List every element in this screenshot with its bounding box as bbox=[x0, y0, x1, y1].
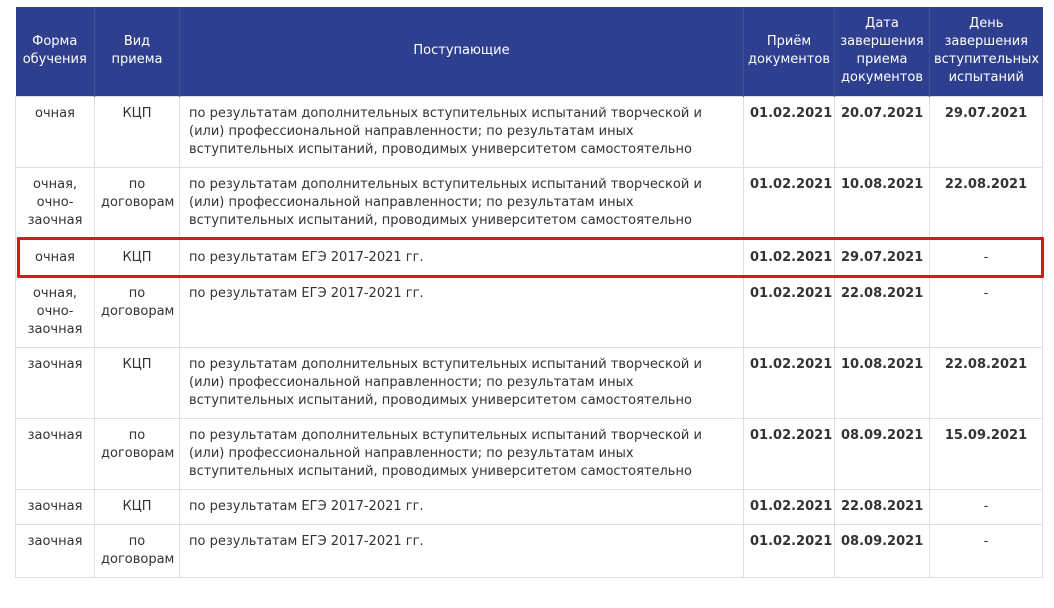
table-row: очная КЦП по результатам дополнительных … bbox=[15, 96, 1043, 168]
cell-docs-start: 01.02.2021 bbox=[743, 489, 835, 525]
table-row: заочная по договорам по результатам допо… bbox=[15, 418, 1043, 490]
cell-exam-end: 22.08.2021 bbox=[929, 167, 1043, 239]
cell-docs-end: 08.09.2021 bbox=[834, 418, 930, 490]
cell-applicants: по результатам ЕГЭ 2017-2021 гг. bbox=[179, 238, 744, 277]
cell-exam-end: - bbox=[929, 276, 1043, 348]
cell-docs-start: 01.02.2021 bbox=[743, 167, 835, 239]
table-row: очная, очно-заочная по договорам по резу… bbox=[15, 276, 1043, 348]
cell-docs-start: 01.02.2021 bbox=[743, 276, 835, 348]
cell-applicants: по результатам дополнительных вступитель… bbox=[179, 418, 744, 490]
cell-type: КЦП bbox=[94, 489, 180, 525]
header-applicants: Поступающие bbox=[179, 7, 744, 97]
table-row: заочная КЦП по результатам ЕГЭ 2017-2021… bbox=[15, 489, 1043, 525]
cell-exam-end: - bbox=[929, 489, 1043, 525]
cell-form: заочная bbox=[15, 418, 95, 490]
cell-type: КЦП bbox=[94, 347, 180, 419]
header-form: Форма обучения bbox=[15, 7, 95, 97]
cell-applicants: по результатам дополнительных вступитель… bbox=[179, 96, 744, 168]
cell-form: заочная bbox=[15, 524, 95, 578]
cell-docs-end: 08.09.2021 bbox=[834, 524, 930, 578]
cell-form: очная bbox=[15, 238, 95, 277]
cell-type: по договорам bbox=[94, 418, 180, 490]
cell-form: заочная bbox=[15, 347, 95, 419]
cell-docs-end: 10.08.2021 bbox=[834, 167, 930, 239]
header-docs-end: Дата завершения приема документов bbox=[834, 7, 930, 97]
cell-docs-end: 22.08.2021 bbox=[834, 489, 930, 525]
header-exam-end: День завершения вступительных испытаний bbox=[929, 7, 1043, 97]
cell-docs-end: 10.08.2021 bbox=[834, 347, 930, 419]
cell-docs-end: 20.07.2021 bbox=[834, 96, 930, 168]
cell-form: очная, очно-заочная bbox=[15, 167, 95, 239]
table-row: заочная по договорам по результатам ЕГЭ … bbox=[15, 524, 1043, 578]
cell-type: по договорам bbox=[94, 167, 180, 239]
cell-docs-start: 01.02.2021 bbox=[743, 238, 835, 277]
admission-schedule-page: Форма обучения Вид приема Поступающие Пр… bbox=[0, 0, 1054, 608]
cell-type: КЦП bbox=[94, 238, 180, 277]
header-type: Вид приема bbox=[94, 7, 180, 97]
cell-docs-end: 29.07.2021 bbox=[834, 238, 930, 277]
cell-type: по договорам bbox=[94, 276, 180, 348]
cell-exam-end: 22.08.2021 bbox=[929, 347, 1043, 419]
cell-applicants: по результатам ЕГЭ 2017-2021 гг. bbox=[179, 489, 744, 525]
table-header-row: Форма обучения Вид приема Поступающие Пр… bbox=[15, 7, 1043, 97]
cell-form: очная, очно-заочная bbox=[15, 276, 95, 348]
cell-exam-end: - bbox=[929, 524, 1043, 578]
cell-type: КЦП bbox=[94, 96, 180, 168]
header-docs-start: Приём документов bbox=[743, 7, 835, 97]
cell-docs-start: 01.02.2021 bbox=[743, 524, 835, 578]
cell-docs-start: 01.02.2021 bbox=[743, 347, 835, 419]
cell-exam-end: 29.07.2021 bbox=[929, 96, 1043, 168]
cell-form: очная bbox=[15, 96, 95, 168]
cell-docs-start: 01.02.2021 bbox=[743, 418, 835, 490]
cell-applicants: по результатам дополнительных вступитель… bbox=[179, 347, 744, 419]
cell-form: заочная bbox=[15, 489, 95, 525]
table-row: заочная КЦП по результатам дополнительны… bbox=[15, 347, 1043, 419]
admission-schedule-table: Форма обучения Вид приема Поступающие Пр… bbox=[15, 7, 1043, 578]
cell-docs-end: 22.08.2021 bbox=[834, 276, 930, 348]
cell-exam-end: 15.09.2021 bbox=[929, 418, 1043, 490]
cell-type: по договорам bbox=[94, 524, 180, 578]
cell-applicants: по результатам ЕГЭ 2017-2021 гг. bbox=[179, 276, 744, 348]
table-row-highlighted: очная КЦП по результатам ЕГЭ 2017-2021 г… bbox=[15, 238, 1043, 277]
table-row: очная, очно-заочная по договорам по резу… bbox=[15, 167, 1043, 239]
cell-applicants: по результатам ЕГЭ 2017-2021 гг. bbox=[179, 524, 744, 578]
cell-exam-end: - bbox=[929, 238, 1043, 277]
cell-applicants: по результатам дополнительных вступитель… bbox=[179, 167, 744, 239]
cell-docs-start: 01.02.2021 bbox=[743, 96, 835, 168]
